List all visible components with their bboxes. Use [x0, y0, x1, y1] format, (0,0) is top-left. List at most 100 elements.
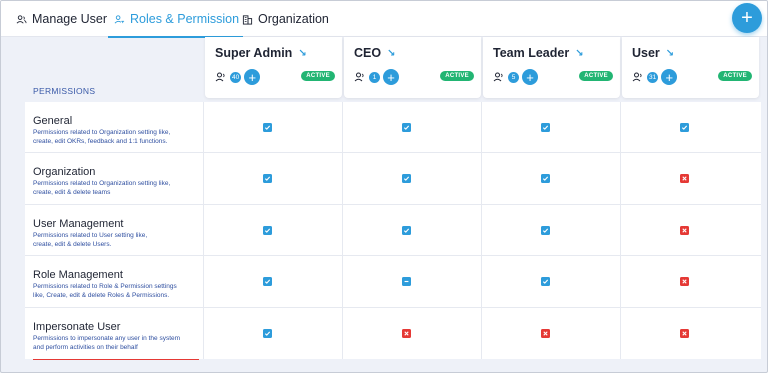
permission-toggle[interactable]	[540, 225, 550, 235]
permission-name: User Management	[33, 217, 124, 230]
tab-label: Roles & Permission	[130, 12, 240, 26]
permission-toggle[interactable]	[262, 123, 272, 132]
permissions-table: General Permissions related to Organizat…	[25, 102, 761, 361]
user-count: 1	[369, 71, 380, 83]
permission-toggle[interactable]	[401, 225, 411, 235]
user-count: 5	[508, 71, 519, 83]
role-card-super-admin: Super Admin ↘ 40 + ACTIVE	[205, 37, 342, 98]
tab-organization[interactable]: Organization	[242, 1, 329, 37]
add-user-button[interactable]: +	[244, 69, 261, 85]
check-icon	[403, 176, 409, 182]
permission-toggle[interactable]	[540, 123, 550, 132]
check-icon	[681, 125, 687, 130]
add-user-button[interactable]: +	[661, 69, 678, 85]
status-badge: ACTIVE	[301, 71, 335, 81]
check-icon	[264, 331, 270, 336]
tab-manage-user[interactable]: Manage User	[16, 1, 107, 37]
check-icon	[264, 176, 270, 182]
sort-arrow-icon[interactable]: ↘	[387, 48, 395, 59]
permission-toggle[interactable]	[679, 123, 689, 132]
permission-toggle[interactable]	[262, 225, 272, 235]
role-users: 31 +	[632, 69, 678, 85]
permission-description: Permissions related to Organization sett…	[33, 129, 171, 145]
permission-toggle[interactable]	[679, 328, 689, 338]
cross-icon	[681, 279, 687, 284]
check-icon	[542, 228, 548, 233]
add-user-button[interactable]: +	[383, 69, 399, 85]
permission-toggle[interactable]	[401, 277, 411, 287]
role-users: 1 +	[354, 69, 399, 85]
permission-name: Role Management	[33, 269, 123, 282]
permission-name: Impersonate User	[33, 320, 121, 333]
permissions-header: PERMISSIONS	[33, 86, 96, 96]
role-name: Team Leader	[493, 46, 570, 60]
permission-toggle[interactable]	[401, 123, 411, 132]
minus-icon	[404, 281, 408, 283]
role-users: 40 +	[215, 69, 261, 85]
user-count: 40	[230, 71, 242, 83]
role-title[interactable]: Team Leader ↘	[493, 46, 584, 60]
highlight-underline	[33, 358, 199, 361]
users-icon	[354, 72, 364, 82]
tab-roles-permission[interactable]: Roles & Permission	[107, 1, 244, 38]
check-icon	[264, 125, 270, 130]
permission-description: Permissions related to User setting like…	[33, 231, 148, 248]
check-icon	[264, 279, 270, 285]
role-card-ceo: CEO ↘ 1 + ACTIVE	[344, 37, 481, 98]
permission-description: Permissions related to Organization sett…	[33, 180, 171, 197]
check-icon	[542, 279, 548, 285]
cross-icon	[403, 330, 409, 336]
permission-toggle[interactable]	[540, 277, 550, 287]
add-user-button[interactable]: +	[522, 69, 538, 85]
tab-label: Organization	[258, 12, 329, 26]
permission-name: Organization	[33, 166, 96, 179]
app-frame: Manage User Roles & Permission Organizat…	[0, 0, 768, 373]
users-icon	[493, 72, 503, 82]
role-users: 5 +	[493, 69, 538, 85]
cross-icon	[681, 228, 687, 233]
sort-arrow-icon[interactable]: ↘	[575, 48, 583, 59]
check-icon	[403, 125, 409, 130]
permission-toggle[interactable]	[262, 328, 272, 338]
user-count: 31	[647, 71, 659, 83]
check-icon	[403, 228, 409, 233]
permission-name: General	[33, 115, 73, 127]
permission-toggle[interactable]	[679, 277, 689, 287]
permission-row-user-management: User Management Permissions related to U…	[25, 205, 761, 257]
permission-row-organization: Organization Permissions related to Orga…	[25, 153, 761, 205]
role-title[interactable]: User ↘	[632, 46, 674, 60]
permission-toggle[interactable]	[262, 174, 272, 184]
permission-toggle[interactable]	[401, 174, 411, 184]
permission-toggle[interactable]	[679, 225, 689, 235]
users-icon	[16, 14, 27, 24]
user-key-icon	[114, 14, 125, 24]
permission-row-general: General Permissions related to Organizat…	[25, 102, 761, 154]
cross-icon	[542, 330, 548, 336]
users-icon	[215, 72, 225, 82]
permission-toggle[interactable]	[679, 174, 689, 184]
role-title[interactable]: CEO ↘	[354, 46, 395, 60]
permission-row-role-management: Role Management Permissions related to R…	[25, 256, 761, 308]
role-card-team-leader: Team Leader ↘ 5 + ACTIVE	[483, 37, 620, 98]
sort-arrow-icon[interactable]: ↘	[666, 48, 674, 59]
cross-icon	[681, 176, 687, 182]
cross-icon	[681, 330, 687, 336]
tab-label: Manage User	[32, 12, 108, 26]
check-icon	[542, 125, 548, 130]
top-nav: Manage User Roles & Permission Organizat…	[1, 1, 767, 38]
role-title[interactable]: Super Admin ↘	[215, 46, 307, 60]
building-icon	[242, 14, 253, 25]
role-name: User	[632, 46, 660, 60]
permission-toggle[interactable]	[540, 174, 550, 184]
permission-toggle[interactable]	[401, 328, 411, 338]
status-badge: ACTIVE	[718, 71, 752, 81]
users-icon	[632, 72, 642, 82]
permission-description: Permissions to impersonate any user in t…	[33, 334, 181, 351]
add-role-button[interactable]: +	[732, 3, 762, 33]
status-badge: ACTIVE	[440, 71, 474, 81]
check-icon	[542, 176, 548, 182]
permission-toggle[interactable]	[540, 328, 550, 338]
sort-arrow-icon[interactable]: ↘	[298, 48, 306, 59]
permission-toggle[interactable]	[262, 277, 272, 287]
permission-description: Permissions related to Role & Permission…	[33, 283, 177, 300]
